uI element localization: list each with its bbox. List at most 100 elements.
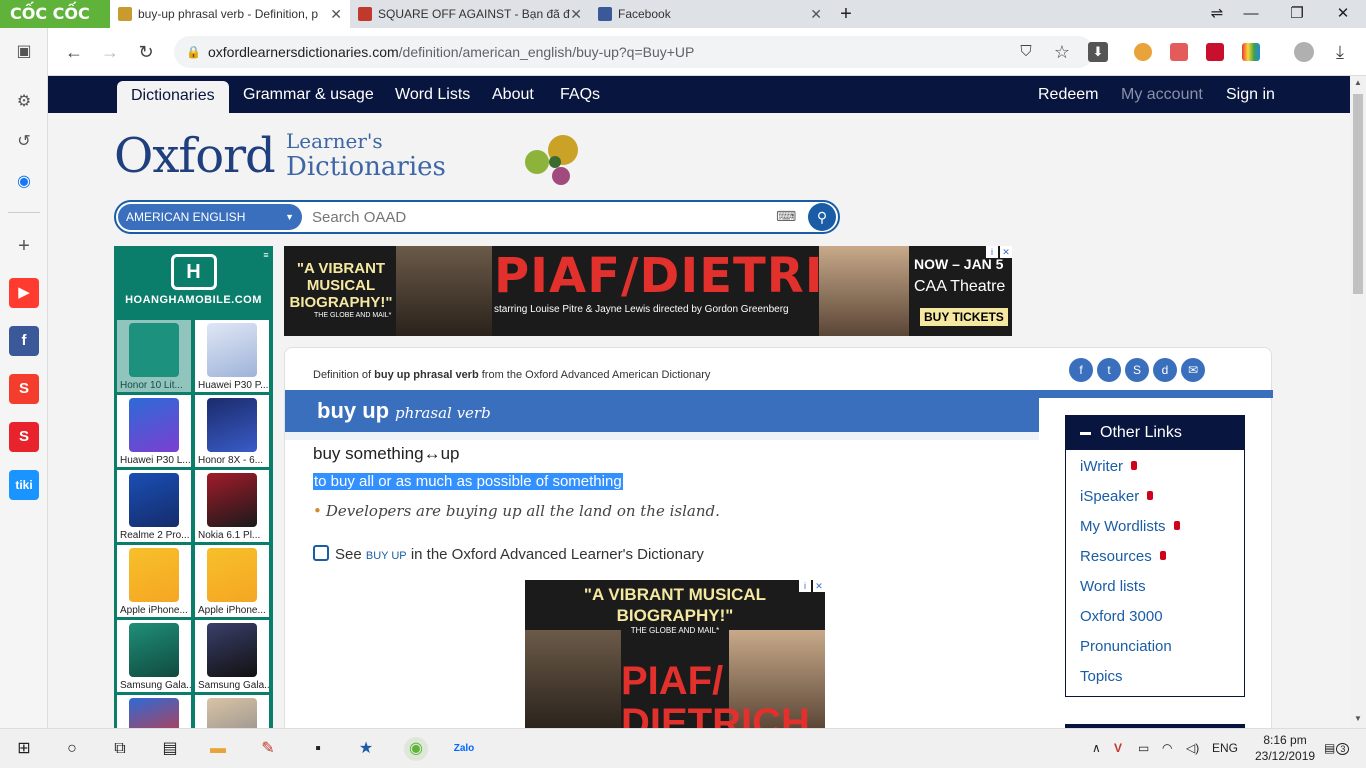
ad-info-icon[interactable]: i <box>799 580 811 592</box>
ad-product[interactable]: Samsung Gala... <box>195 620 269 692</box>
sidebar-toggle-icon[interactable]: ▣ <box>12 40 36 64</box>
new-tab-button[interactable]: + <box>832 0 860 28</box>
extension-icon[interactable] <box>1242 43 1260 61</box>
download-icon[interactable]: ⤓ <box>1328 40 1352 64</box>
ad-product[interactable]: Samsung Gala... <box>117 620 191 692</box>
other-link-word-lists[interactable]: Word lists <box>1080 578 1146 595</box>
zalo-icon[interactable]: Zalo <box>452 737 476 761</box>
minimize-button[interactable]: — <box>1228 0 1274 28</box>
tab-square-off[interactable]: SQUARE OFF AGAINST - Bạn đã đ ✕ <box>350 0 590 28</box>
search-button[interactable]: ⚲ <box>808 203 836 231</box>
top-ad-banner[interactable]: "A VIBRANT MUSICAL BIOGRAPHY!" THE GLOBE… <box>284 246 1012 336</box>
facebook-icon[interactable]: f <box>1069 358 1093 382</box>
nav-redeem[interactable]: Redeem <box>1038 76 1098 113</box>
other-link-topics[interactable]: Topics <box>1080 668 1123 685</box>
battery-icon[interactable]: ▭ <box>1138 741 1149 755</box>
ad-product[interactable]: Huawei P30 P... <box>195 320 269 392</box>
shopee-icon[interactable]: S <box>9 374 39 404</box>
page-scrollbar[interactable]: ▲ ▼ <box>1350 76 1366 728</box>
unikey-icon[interactable]: V <box>1114 741 1122 755</box>
other-link-oxford-3000[interactable]: Oxford 3000 <box>1080 608 1163 625</box>
email-icon[interactable]: ✉ <box>1181 358 1205 382</box>
close-window-button[interactable]: ✕ <box>1320 0 1366 28</box>
other-link-pronunciation[interactable]: Pronunciation <box>1080 638 1172 655</box>
tab-facebook[interactable]: Facebook ✕ <box>590 0 830 28</box>
settings-icon[interactable]: ⚙ <box>12 90 36 114</box>
forward-icon[interactable]: → <box>98 40 122 64</box>
extension-icon[interactable] <box>1134 43 1152 61</box>
dictionary-select[interactable]: AMERICAN ENGLISH ▼ <box>118 204 302 230</box>
scrollbar-thumb[interactable] <box>1353 94 1363 294</box>
volume-icon[interactable]: ◁) <box>1186 741 1199 755</box>
close-tab-icon[interactable]: ✕ <box>330 0 342 28</box>
digg-icon[interactable]: d <box>1153 358 1177 382</box>
ad-close-icon[interactable]: ✕ <box>813 580 825 592</box>
ad-product[interactable] <box>195 695 269 728</box>
ad-product[interactable]: Realme 2 Pro... <box>117 470 191 542</box>
other-link-ispeaker[interactable]: iSpeaker <box>1080 488 1154 505</box>
wifi-icon[interactable]: ◠ <box>1162 741 1172 755</box>
sendo-icon[interactable]: S <box>9 422 39 452</box>
paint-icon[interactable]: ✎ <box>256 737 280 761</box>
messenger-icon[interactable]: ◉ <box>12 170 36 194</box>
adblock-icon[interactable] <box>1170 43 1188 61</box>
ad-product[interactable] <box>117 695 191 728</box>
other-links-header[interactable]: Other Links <box>1066 416 1244 450</box>
extension-icon[interactable] <box>1206 43 1224 61</box>
ad-buy-tickets-button[interactable]: BUY TICKETS <box>920 308 1008 326</box>
bookmark-star-icon[interactable]: ☆ <box>1050 40 1074 64</box>
file-explorer-icon[interactable]: ▬ <box>206 737 230 761</box>
shield-icon[interactable]: ⛉ <box>1014 40 1038 64</box>
mid-ad-banner[interactable]: "A VIBRANT MUSICAL BIOGRAPHY!" THE GLOBE… <box>525 580 825 728</box>
nav-dictionaries[interactable]: Dictionaries <box>117 81 229 113</box>
url-field[interactable]: 🔒 oxfordlearnersdictionaries.com/definit… <box>174 36 1094 68</box>
maximize-button[interactable]: ❐ <box>1274 0 1320 28</box>
ad-close-icon[interactable]: ✕ <box>1000 246 1012 258</box>
keyboard-icon[interactable]: ⌨ <box>776 208 796 225</box>
scroll-up-icon[interactable]: ▲ <box>1354 78 1362 87</box>
ad-product[interactable]: Honor 8X - 6... <box>195 395 269 467</box>
download-media-icon[interactable]: ⬇ <box>1088 42 1108 62</box>
back-icon[interactable]: ← <box>62 40 86 64</box>
tiki-icon[interactable]: tiki <box>9 470 39 500</box>
nav-grammar-usage[interactable]: Grammar & usage <box>243 76 374 113</box>
nav-sign-in[interactable]: Sign in <box>1226 76 1275 113</box>
ad-product[interactable]: Apple iPhone... <box>117 545 191 617</box>
scroll-down-icon[interactable]: ▼ <box>1354 714 1362 723</box>
cortana-search-icon[interactable]: ○ <box>60 737 84 761</box>
stumbleupon-icon[interactable]: S <box>1125 358 1149 382</box>
ad-info-icon[interactable]: i <box>986 246 998 258</box>
add-panel-icon[interactable]: + <box>12 234 36 258</box>
tab-oxford[interactable]: buy-up phrasal verb - Definition, p ✕ <box>110 0 350 28</box>
youtube-icon[interactable]: ▶ <box>9 278 39 308</box>
app-icon[interactable]: ▤ <box>158 737 182 761</box>
twitter-icon[interactable]: t <box>1097 358 1121 382</box>
nav-faqs[interactable]: FAQs <box>560 76 600 113</box>
ad-product[interactable]: Nokia 6.1 Pl... <box>195 470 269 542</box>
app-icon[interactable]: ★ <box>354 737 378 761</box>
history-icon[interactable]: ↺ <box>12 130 36 154</box>
avatar[interactable] <box>1294 42 1314 62</box>
other-link-resources[interactable]: Resources <box>1080 548 1166 565</box>
notifications-icon[interactable]: ▤ 3 <box>1324 741 1350 755</box>
ad-product[interactable]: Huawei P30 L... <box>117 395 191 467</box>
see-link[interactable]: buy up <box>366 550 407 562</box>
other-link-iwriter[interactable]: iWriter <box>1080 458 1138 475</box>
definition-text[interactable]: to buy all or as much as possible of som… <box>313 473 623 490</box>
coccoc-logo[interactable]: CỐC CỐC <box>0 0 110 28</box>
taskbar-clock[interactable]: 8:16 pm 23/12/2019 <box>1255 732 1315 764</box>
left-ad-banner[interactable]: ≡ H HOANGHAMOBILE.COM Honor 10 Lit... Hu… <box>114 246 273 728</box>
language-indicator[interactable]: ENG <box>1212 741 1238 755</box>
coccoc-taskbar-icon[interactable]: ◉ <box>404 737 428 761</box>
tray-chevron-icon[interactable]: ∧ <box>1092 741 1101 755</box>
ad-product[interactable]: Honor 10 Lit... <box>117 320 191 392</box>
ad-product[interactable]: Apple iPhone... <box>195 545 269 617</box>
nav-word-lists[interactable]: Word Lists <box>395 76 470 113</box>
facebook-icon[interactable]: f <box>9 326 39 356</box>
search-input[interactable] <box>312 202 752 232</box>
sticky-notes-icon[interactable]: ▪ <box>306 737 330 761</box>
windows-start-icon[interactable]: ⊞ <box>12 737 36 761</box>
task-view-icon[interactable]: ⧉ <box>108 737 132 761</box>
close-tab-icon[interactable]: ✕ <box>810 0 822 28</box>
reload-icon[interactable]: ↻ <box>134 40 158 64</box>
